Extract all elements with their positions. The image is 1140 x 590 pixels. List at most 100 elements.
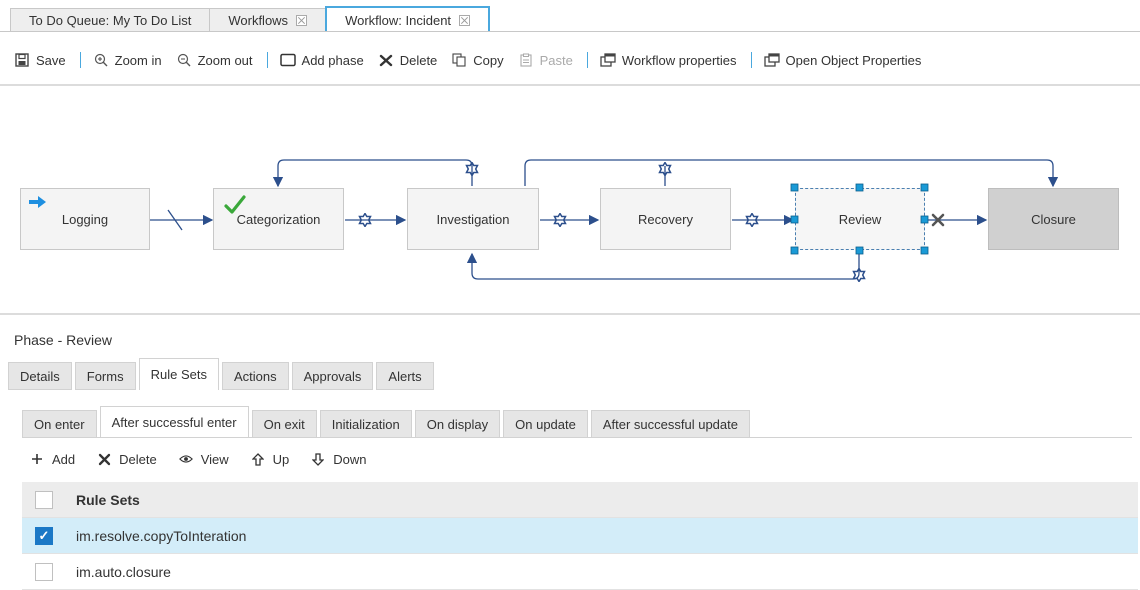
start-arrow-icon (29, 195, 47, 212)
down-label: Down (333, 451, 367, 467)
save-button[interactable]: Save (14, 52, 66, 68)
copy-label: Copy (473, 52, 504, 68)
transition-lines (150, 159, 1059, 280)
select-all-checkbox[interactable] (35, 490, 53, 509)
tab-on-display[interactable]: On display (414, 410, 501, 438)
tab-details[interactable]: Details (8, 362, 72, 390)
view-label: View (200, 451, 229, 467)
phase-investigation[interactable]: Investigation (407, 188, 539, 250)
workflow-properties-button[interactable]: Workflow properties (600, 52, 737, 68)
tab-after-successful-enter[interactable]: After successful enter (99, 406, 249, 438)
rule-set-tabs: On enter After successful enter On exit … (22, 406, 753, 438)
transition-gear-icon[interactable] (658, 161, 672, 179)
phase-categorization[interactable]: Categorization (213, 188, 344, 250)
table-row[interactable]: im.auto.closure (22, 554, 1138, 590)
paste-button[interactable]: Paste (518, 52, 573, 68)
arrow-up-icon (251, 452, 265, 466)
up-button[interactable]: Up (251, 451, 290, 467)
properties-icon (600, 52, 616, 68)
save-icon (14, 52, 30, 68)
tab-label: To Do Queue: My To Do List (29, 13, 192, 28)
zoom-in-label: Zoom in (114, 52, 162, 68)
tab-label: Workflow: Incident (345, 12, 452, 28)
tab-on-enter[interactable]: On enter (22, 410, 97, 438)
phase-closure[interactable]: Closure (988, 188, 1119, 250)
tab-initialization[interactable]: Initialization (319, 410, 412, 438)
transition-gear-icon[interactable] (745, 212, 759, 230)
delete-rule-button[interactable]: Delete (97, 452, 157, 467)
add-button[interactable]: Add (30, 452, 75, 467)
row-checkbox[interactable]: ✓ (35, 526, 53, 545)
toolbar-separator (79, 52, 81, 68)
transition-gear-icon[interactable] (852, 267, 866, 285)
zoom-out-icon (176, 52, 192, 68)
close-icon[interactable] (296, 15, 308, 26)
phase-recovery[interactable]: Recovery (600, 188, 731, 250)
workflow-diagram[interactable]: Logging Categorization Investigation Rec… (0, 86, 1140, 314)
tab-workflow-incident[interactable]: Workflow: Incident (325, 6, 491, 32)
toolbar-separator (750, 52, 752, 68)
row-checkbox[interactable] (35, 562, 53, 581)
open-object-properties-button[interactable]: Open Object Properties (763, 52, 922, 68)
zoom-in-icon (93, 52, 109, 68)
tab-rule-sets[interactable]: Rule Sets (138, 358, 219, 390)
copy-icon (451, 52, 467, 68)
check-icon (224, 195, 246, 218)
phase-label: Review (838, 211, 882, 227)
select-all-cell (22, 490, 66, 509)
tab-on-exit[interactable]: On exit (251, 410, 317, 438)
add-label: Add (52, 451, 76, 467)
tab-on-update[interactable]: On update (503, 410, 588, 438)
toolbar-separator (266, 52, 268, 68)
add-phase-label: Add phase (301, 52, 364, 68)
open-object-properties-label: Open Object Properties (785, 52, 922, 68)
transition-gear-icon[interactable] (553, 212, 567, 230)
phase-title: Phase - Review (14, 332, 113, 348)
table-row[interactable]: ✓ im.resolve.copyToInteration (22, 518, 1138, 554)
phase-label: Categorization (236, 211, 321, 227)
transition-gear-icon[interactable] (465, 161, 479, 179)
transition-gear-icon[interactable] (358, 212, 372, 230)
properties-icon (763, 52, 780, 68)
phase-tabs: Details Forms Rule Sets Actions Approval… (8, 358, 437, 390)
row-check-cell (22, 562, 66, 581)
add-phase-button[interactable]: Add phase (279, 52, 364, 68)
table-header: Rule Sets (22, 482, 1138, 518)
splitter[interactable] (0, 313, 1140, 315)
tab-todo-queue[interactable]: To Do Queue: My To Do List (10, 8, 211, 32)
up-label: Up (272, 451, 290, 467)
tab-approvals[interactable]: Approvals (291, 362, 374, 390)
workflow-toolbar: Save Zoom in Zoom out Add phase Delete C… (14, 46, 935, 74)
rule-set-actions: Add Delete View Up Down (30, 448, 389, 470)
subtabs-divider (22, 437, 1132, 438)
view-button[interactable]: View (178, 451, 229, 467)
tab-actions[interactable]: Actions (221, 362, 289, 390)
delete-button[interactable]: Delete (378, 52, 438, 68)
rule-set-name: im.resolve.copyToInteration (76, 527, 247, 544)
zoom-in-button[interactable]: Zoom in (93, 52, 162, 68)
column-header-rule-sets[interactable]: Rule Sets (66, 492, 140, 508)
delete-label: Delete (399, 52, 438, 68)
tab-workflows[interactable]: Workflows (209, 8, 327, 32)
zoom-out-button[interactable]: Zoom out (176, 52, 253, 68)
phase-review[interactable]: Review (795, 188, 925, 250)
transition-x-icon[interactable] (930, 212, 946, 231)
rule-set-name: im.auto.closure (76, 563, 171, 580)
phase-label: Closure (1031, 211, 1076, 227)
phase-label: Logging (61, 211, 109, 227)
tab-alerts[interactable]: Alerts (376, 362, 434, 390)
phase-label: Investigation (436, 211, 510, 227)
close-icon[interactable] (459, 14, 471, 26)
tab-forms[interactable]: Forms (74, 362, 136, 390)
delete-icon (378, 52, 394, 68)
tab-label: Workflows (228, 13, 289, 28)
delete-label: Delete (119, 451, 157, 467)
paste-label: Paste (539, 52, 573, 68)
tab-after-successful-update[interactable]: After successful update (590, 410, 750, 438)
copy-button[interactable]: Copy (451, 52, 504, 68)
phase-logging[interactable]: Logging (20, 188, 150, 250)
save-label: Save (36, 52, 66, 68)
add-phase-icon (279, 52, 296, 68)
document-tabs: To Do Queue: My To Do List Workflows Wor… (10, 6, 491, 32)
down-button[interactable]: Down (311, 451, 367, 467)
